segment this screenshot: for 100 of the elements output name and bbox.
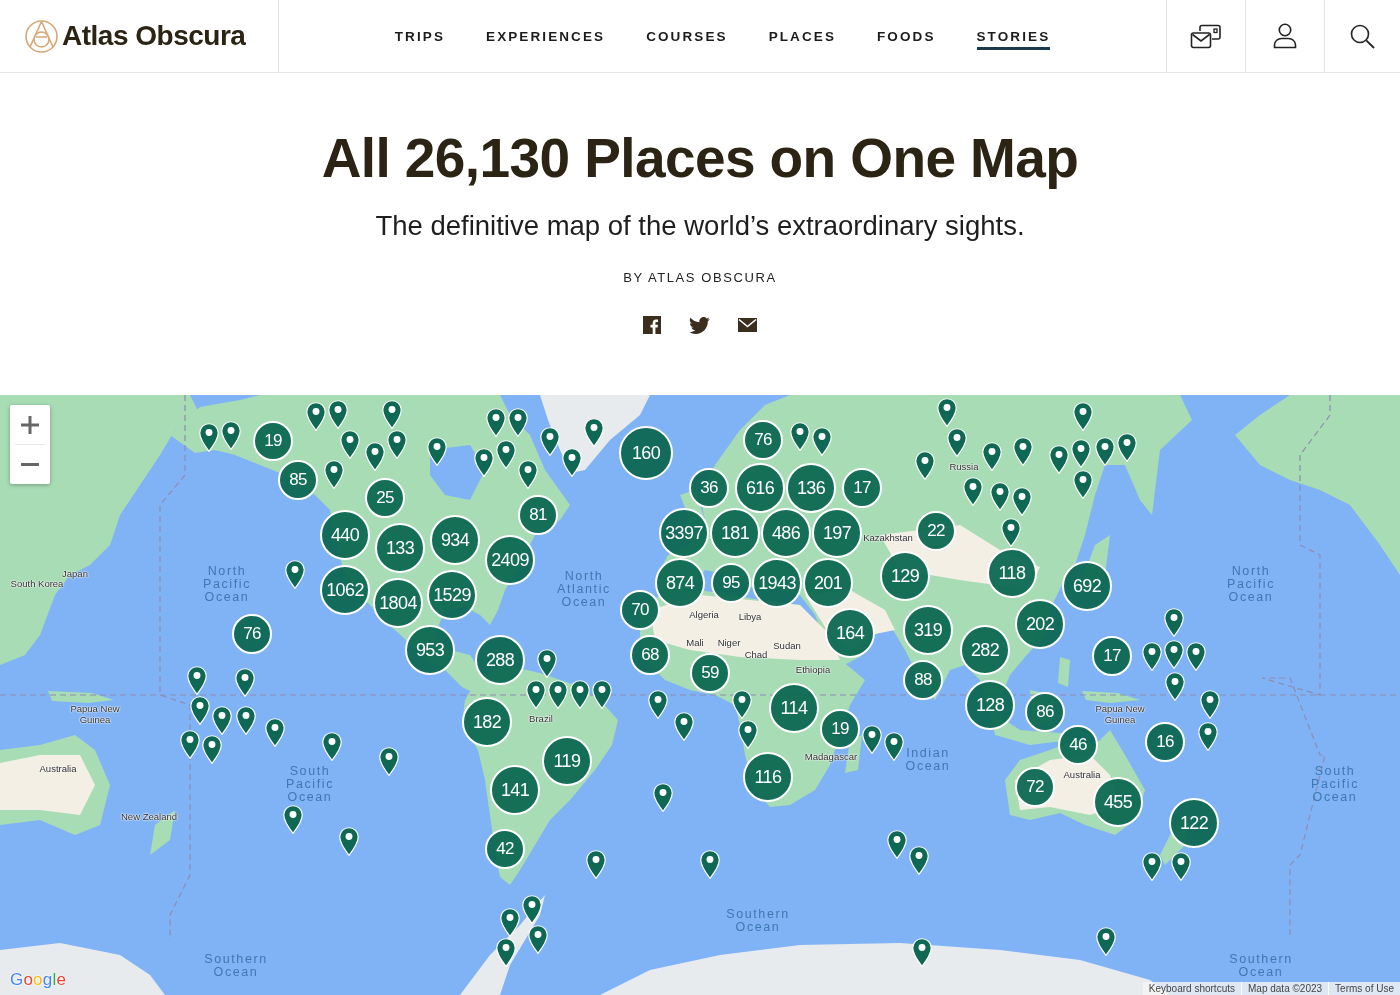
- map-pin-icon[interactable]: [862, 725, 882, 754]
- map-pin-icon[interactable]: [887, 830, 907, 859]
- map-pin-icon[interactable]: [283, 805, 303, 834]
- cluster-marker[interactable]: 128: [965, 680, 1015, 730]
- cluster-marker[interactable]: 68: [630, 635, 670, 675]
- map-pin-icon[interactable]: [496, 938, 516, 967]
- cluster-marker[interactable]: 16: [1145, 722, 1185, 762]
- map-pin-icon[interactable]: [570, 680, 590, 709]
- map-pin-icon[interactable]: [947, 428, 967, 457]
- map-pin-icon[interactable]: [518, 460, 538, 489]
- map-pin-icon[interactable]: [474, 448, 494, 477]
- cluster-marker[interactable]: 3397: [659, 508, 709, 558]
- map-pin-icon[interactable]: [548, 680, 568, 709]
- map-pin-icon[interactable]: [340, 430, 360, 459]
- map-pin-icon[interactable]: [212, 706, 232, 735]
- cluster-marker[interactable]: 122: [1169, 798, 1219, 848]
- map-pin-icon[interactable]: [379, 747, 399, 776]
- cluster-marker[interactable]: 17: [1092, 636, 1132, 676]
- map-pin-icon[interactable]: [1073, 470, 1093, 499]
- map-pin-icon[interactable]: [1142, 852, 1162, 881]
- cluster-marker[interactable]: 76: [232, 614, 272, 654]
- map-pin-icon[interactable]: [963, 477, 983, 506]
- map-pin-icon[interactable]: [982, 442, 1002, 471]
- map-pin-icon[interactable]: [265, 718, 285, 747]
- map-pin-icon[interactable]: [285, 560, 305, 589]
- cluster-marker[interactable]: 86: [1025, 692, 1065, 732]
- map-pin-icon[interactable]: [496, 440, 516, 469]
- cluster-marker[interactable]: 160: [619, 426, 673, 480]
- map-pin-icon[interactable]: [1165, 672, 1185, 701]
- map-pin-icon[interactable]: [528, 925, 548, 954]
- map-pin-icon[interactable]: [202, 735, 222, 764]
- map-pin-icon[interactable]: [190, 696, 210, 725]
- map-pin-icon[interactable]: [537, 649, 557, 678]
- map-pin-icon[interactable]: [1164, 640, 1184, 669]
- attribution-link[interactable]: Keyboard shortcuts: [1142, 982, 1241, 995]
- nav-link[interactable]: STORIES: [976, 26, 1051, 50]
- map-pin-icon[interactable]: [427, 437, 447, 466]
- email-icon[interactable]: [738, 318, 757, 332]
- cluster-marker[interactable]: 70: [620, 590, 660, 630]
- map-pin-icon[interactable]: [1096, 927, 1116, 956]
- map-pin-icon[interactable]: [1171, 852, 1191, 881]
- map-pin-icon[interactable]: [562, 448, 582, 477]
- map-pin-icon[interactable]: [1186, 642, 1206, 671]
- attribution-link[interactable]: Terms of Use: [1328, 982, 1400, 995]
- logo-link[interactable]: Atlas Obscura: [25, 19, 246, 53]
- map-pin-icon[interactable]: [909, 846, 929, 875]
- nav-link[interactable]: COURSES: [646, 26, 728, 50]
- map-pin-icon[interactable]: [812, 427, 832, 456]
- twitter-icon[interactable]: [689, 316, 710, 334]
- map-pin-icon[interactable]: [1200, 690, 1220, 719]
- cluster-marker[interactable]: 46: [1058, 725, 1098, 765]
- map-pin-icon[interactable]: [1095, 437, 1115, 466]
- map-pin-icon[interactable]: [592, 680, 612, 709]
- map-pin-icon[interactable]: [700, 850, 720, 879]
- map-pin-icon[interactable]: [653, 783, 673, 812]
- facebook-icon[interactable]: [643, 316, 661, 334]
- cluster-marker[interactable]: 953: [405, 625, 455, 675]
- map-pin-icon[interactable]: [1164, 608, 1184, 637]
- map-pin-icon[interactable]: [1001, 518, 1021, 547]
- map-pin-icon[interactable]: [187, 666, 207, 695]
- map-pin-icon[interactable]: [526, 680, 546, 709]
- map-pin-icon[interactable]: [328, 400, 348, 429]
- nav-link[interactable]: PLACES: [768, 26, 836, 50]
- nav-link[interactable]: FOODS: [877, 26, 936, 50]
- map-pin-icon[interactable]: [180, 730, 200, 759]
- map-pin-icon[interactable]: [221, 421, 241, 450]
- map-pin-icon[interactable]: [324, 460, 344, 489]
- map-pin-icon[interactable]: [486, 408, 506, 437]
- map-pin-icon[interactable]: [306, 402, 326, 431]
- map-pin-icon[interactable]: [1013, 437, 1033, 466]
- map-pin-icon[interactable]: [915, 451, 935, 480]
- cluster-marker[interactable]: 440: [320, 510, 370, 560]
- cluster-marker[interactable]: 42: [485, 829, 525, 869]
- nav-link[interactable]: TRIPS: [394, 26, 446, 50]
- map-pin-icon[interactable]: [790, 422, 810, 451]
- cluster-marker[interactable]: 85: [278, 460, 318, 500]
- map-pin-icon[interactable]: [648, 690, 668, 719]
- map-pin-icon[interactable]: [199, 423, 219, 452]
- map-pin-icon[interactable]: [500, 908, 520, 937]
- attribution-link[interactable]: Map data ©2023: [1241, 982, 1329, 995]
- map-pin-icon[interactable]: [912, 938, 932, 967]
- map-pin-icon[interactable]: [738, 720, 758, 749]
- map-pin-icon[interactable]: [1142, 642, 1162, 671]
- map-pin-icon[interactable]: [540, 427, 560, 456]
- map-pin-icon[interactable]: [1049, 445, 1069, 474]
- map-pin-icon[interactable]: [586, 850, 606, 879]
- map-pin-icon[interactable]: [387, 430, 407, 459]
- map-pin-icon[interactable]: [1071, 439, 1091, 468]
- map-pin-icon[interactable]: [674, 712, 694, 741]
- map-pin-icon[interactable]: [584, 418, 604, 447]
- cluster-marker[interactable]: 692: [1062, 561, 1112, 611]
- map-pin-icon[interactable]: [522, 895, 542, 924]
- map-pin-icon[interactable]: [236, 706, 256, 735]
- map-pin-icon[interactable]: [1198, 722, 1218, 751]
- cluster-marker[interactable]: 88: [903, 660, 943, 700]
- map-pin-icon[interactable]: [235, 668, 255, 697]
- map-pin-icon[interactable]: [322, 732, 342, 761]
- cluster-marker[interactable]: 288: [475, 635, 525, 685]
- map-pin-icon[interactable]: [339, 827, 359, 856]
- map-pin-icon[interactable]: [1073, 402, 1093, 431]
